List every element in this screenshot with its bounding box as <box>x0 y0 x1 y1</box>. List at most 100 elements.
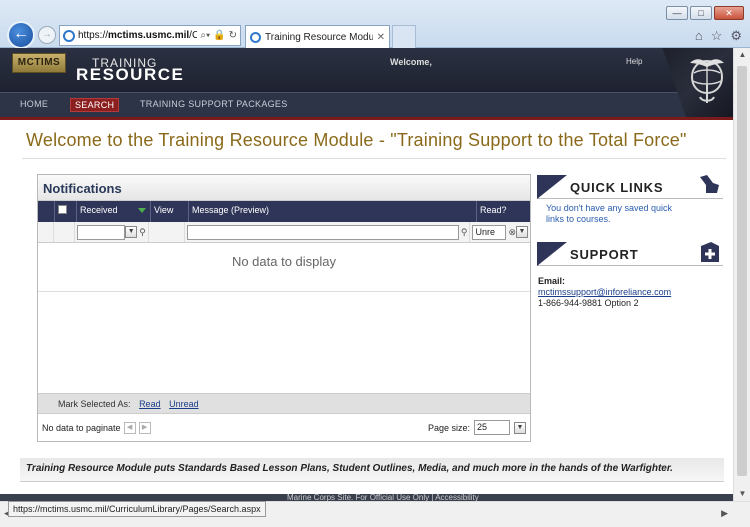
nav-search[interactable]: SEARCH <box>70 98 120 112</box>
browser-tab[interactable]: Training Resource Module ... ✕ <box>245 25 390 48</box>
col-received-label: Received <box>80 205 118 215</box>
search-icon[interactable]: ⌕▾ <box>200 30 210 41</box>
read-filter-value: Unre <box>475 226 495 237</box>
mark-selected-label: Mark Selected As: <box>58 399 131 409</box>
close-tab-icon[interactable]: ✕ <box>377 32 385 43</box>
page-viewport: MCTIMS TRAINING RESOURCE Welcome, Help H… <box>0 48 733 501</box>
pointing-hand-icon <box>700 175 719 193</box>
medical-cross-icon <box>701 242 719 262</box>
support-phone: 1-866-944-9881 Option 2 <box>538 298 639 308</box>
close-window-icon[interactable]: ✕ <box>714 6 744 20</box>
filter-spacer <box>38 222 55 242</box>
grid-body <box>38 292 530 393</box>
col-read-label: Read? <box>480 205 507 215</box>
address-bar[interactable]: https://mctims.usmc.mil/C ⌕▾ 🔒 ↻ <box>59 25 241 46</box>
col-received[interactable]: Received <box>77 201 151 222</box>
page-title: Welcome to the Training Resource Module … <box>26 130 687 150</box>
support-email-link[interactable]: mctimssupport@inforeliance.com <box>538 287 671 298</box>
footer-text: Marine Corps Site. For Official Use Only… <box>287 493 479 501</box>
filter-icon[interactable]: ⚲ <box>139 227 146 238</box>
chevron-down-icon[interactable]: ▼ <box>125 226 138 238</box>
select-all-checkbox[interactable] <box>58 205 67 214</box>
col-read[interactable]: Read? <box>477 201 530 222</box>
select-all-cell <box>55 201 77 222</box>
filter-icon[interactable]: ⚲ <box>461 227 468 238</box>
refresh-icon[interactable]: ↻ <box>229 30 237 41</box>
new-tab-button[interactable] <box>392 25 416 48</box>
email-label: Email: <box>538 276 566 286</box>
home-icon[interactable]: ⌂ <box>695 28 703 44</box>
back-arrow-icon[interactable]: ← <box>7 21 35 49</box>
address-url[interactable]: https://mctims.usmc.mil/C <box>78 30 197 41</box>
filter-row: ▼ ⚲ ⚲ Unre ⊗ ▼ <box>38 222 530 243</box>
scroll-right-icon[interactable]: ▶ <box>721 508 728 519</box>
next-page-icon[interactable]: ▶ <box>138 421 151 434</box>
tab-title: Training Resource Module ... <box>265 31 373 43</box>
sort-desc-icon <box>138 208 146 213</box>
quick-links-header: QUICK LINKS <box>537 175 723 199</box>
page-size-value: 25 <box>477 422 488 432</box>
nav-training-support-packages[interactable]: TRAINING SUPPORT PACKAGES <box>140 99 288 109</box>
mark-read-link[interactable]: Read <box>139 399 161 409</box>
chevron-down-icon[interactable]: ▼ <box>514 421 526 434</box>
mctims-logo[interactable]: MCTIMS <box>12 53 66 73</box>
header-divider <box>0 117 733 120</box>
message-filter-input[interactable] <box>186 224 459 240</box>
filter-spacer-2 <box>54 222 76 242</box>
empty-message: No data to display <box>38 243 530 292</box>
browser-chrome: — □ ✕ ← → https://mctims.usmc.mil/C ⌕▾ 🔒… <box>0 0 750 49</box>
message-filter-cell: ⚲ <box>185 222 471 242</box>
site-header: MCTIMS TRAINING RESOURCE Welcome, Help <box>0 48 733 92</box>
received-filter-input[interactable] <box>77 224 126 240</box>
window-controls: — □ ✕ <box>666 6 744 20</box>
forward-arrow-icon[interactable]: → <box>38 26 56 44</box>
status-bar-url: https://mctims.usmc.mil/CurriculumLibrar… <box>8 501 266 517</box>
quick-links-title: QUICK LINKS <box>570 180 664 195</box>
col-message[interactable]: Message (Preview) <box>189 201 477 222</box>
support-title: SUPPORT <box>570 247 639 262</box>
chevron-down-icon[interactable]: ▼ <box>516 226 528 238</box>
scroll-thumb[interactable] <box>737 66 747 476</box>
maximize-icon[interactable]: □ <box>690 6 712 20</box>
help-link[interactable]: Help <box>626 57 642 66</box>
read-filter-select[interactable]: Unre <box>472 224 507 240</box>
vertical-scrollbar[interactable]: ▲ ▼ <box>733 48 750 501</box>
footer: Marine Corps Site. For Official Use Only… <box>0 493 733 501</box>
nav-home[interactable]: HOME <box>20 99 48 109</box>
page-size: Page size: 25 ▼ <box>428 420 526 435</box>
support-header: SUPPORT <box>537 242 723 266</box>
mark-unread-link[interactable]: Unread <box>169 399 199 409</box>
page-size-select[interactable]: 25 <box>474 420 510 435</box>
received-filter-cell: ▼ ⚲ <box>75 222 149 242</box>
lock-icon[interactable]: 🔒 <box>213 30 225 41</box>
mark-selected-bar: Mark Selected As: Read Unread <box>38 393 530 414</box>
browser-tools: ⌂ ☆ ⚙ <box>695 28 742 44</box>
minimize-icon[interactable]: — <box>666 6 688 20</box>
col-view[interactable]: View <box>151 201 189 222</box>
notifications-panel: Notifications Received View Message (Pre… <box>37 174 531 442</box>
welcome-text: Welcome, <box>390 57 432 67</box>
favorites-star-icon[interactable]: ☆ <box>711 28 723 44</box>
prev-page-icon[interactable]: ◀ <box>123 421 136 434</box>
gear-icon[interactable]: ⚙ <box>730 28 742 44</box>
title-divider <box>22 158 726 159</box>
col-view-label: View <box>154 205 174 215</box>
ie-logo-icon <box>63 29 75 42</box>
grid-header: Received View Message (Preview) Read? <box>38 201 530 222</box>
scroll-down-icon[interactable]: ▼ <box>734 487 750 501</box>
header-corner <box>537 175 567 199</box>
header-corner <box>537 242 567 266</box>
ie-tab-icon <box>250 31 261 43</box>
eagle-globe-anchor-icon <box>690 59 724 103</box>
clear-filter-icon[interactable]: ⊗ <box>508 227 516 238</box>
notifications-title: Notifications <box>38 175 530 201</box>
scroll-up-icon[interactable]: ▲ <box>734 48 750 62</box>
support-details: Email: mctimssupport@inforeliance.com 1-… <box>538 276 671 309</box>
main-nav: HOME SEARCH TRAINING SUPPORT PACKAGES <box>0 92 733 117</box>
pager: No data to paginate ◀ ▶ Page size: 25 ▼ <box>38 414 530 441</box>
page-size-label: Page size: <box>427 422 470 433</box>
col-message-label: Message (Preview) <box>192 205 270 215</box>
view-filter-cell <box>149 222 185 242</box>
brand-resource: RESOURCE <box>76 65 185 84</box>
quick-links-empty: You don't have any saved quick links to … <box>546 203 672 224</box>
